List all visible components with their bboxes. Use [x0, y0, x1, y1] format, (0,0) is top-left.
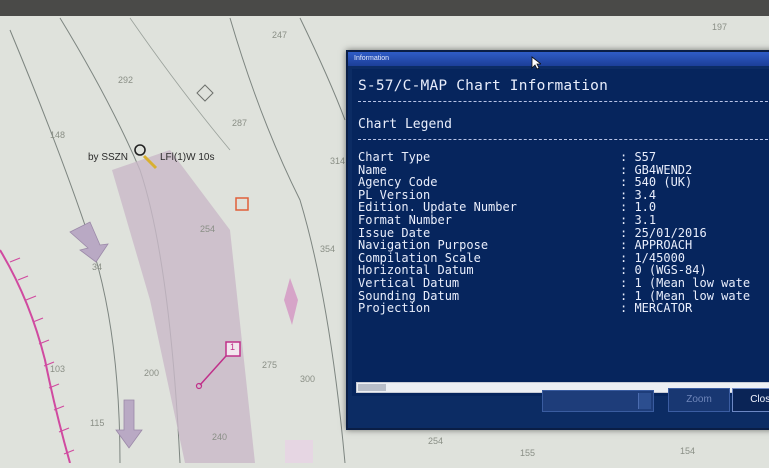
- row-label: Vertical Datum: [358, 275, 460, 290]
- chart-info-panel: S-57/C-MAP Chart Information Chart Legen…: [352, 69, 769, 396]
- depth-sounding: 292: [118, 75, 134, 85]
- separator: [358, 101, 769, 102]
- depth-sounding: 254: [200, 224, 216, 234]
- row-label: Projection: [358, 301, 431, 316]
- depth-sounding: 254: [428, 436, 444, 446]
- row-label: Agency Code: [358, 175, 438, 190]
- light-label: by SSZN: [88, 152, 129, 163]
- dialog-titlebar[interactable]: Information: [348, 52, 769, 66]
- depth-sounding: 240: [212, 432, 228, 442]
- depth-sounding: 103: [50, 364, 66, 374]
- scrollbar-thumb[interactable]: [358, 384, 386, 391]
- chart-legend-list: Chart Type: S57 Name: GB4WEND2 Agency Co…: [358, 151, 769, 315]
- row-value: : 3.1: [620, 212, 657, 227]
- depth-sounding: 155: [520, 448, 536, 458]
- legend-row: Projection : MERCATOR: [358, 302, 769, 315]
- boxed-symbol-number: 1: [230, 342, 236, 352]
- row-value: : APPROACH: [620, 238, 693, 253]
- legend-row: Navigation Purpose : APPROACH: [358, 239, 769, 252]
- depth-sounding: 115: [90, 418, 105, 428]
- depth-sounding: 354: [320, 244, 336, 254]
- depth-sounding: 287: [232, 118, 248, 128]
- legend-row: Format Number : 3.1: [358, 214, 769, 227]
- depth-sounding: 200: [144, 368, 160, 378]
- row-label: Navigation Purpose: [358, 238, 489, 253]
- separator: [358, 139, 769, 140]
- row-value: : 540 (UK): [620, 175, 693, 190]
- depth-sounding: 148: [50, 130, 66, 140]
- dialog-title: Information: [354, 55, 390, 62]
- close-button[interactable]: Close: [732, 388, 769, 412]
- legend-row: Vertical Datum : 1 (Mean low wate: [358, 277, 769, 290]
- bezel-top: [0, 0, 769, 16]
- legend-row: Agency Code : 540 (UK): [358, 176, 769, 189]
- row-label: Format Number: [358, 212, 452, 227]
- zoom-level-dropdown[interactable]: [542, 390, 654, 412]
- depth-sounding: 275: [262, 360, 278, 370]
- legend-row: Chart Type : S57: [358, 151, 769, 164]
- row-value: : MERCATOR: [620, 301, 693, 316]
- mouse-cursor-icon: [531, 56, 541, 70]
- depth-sounding: 34: [92, 262, 103, 272]
- zoom-button[interactable]: Zoom: [668, 388, 730, 412]
- depth-sounding: 247: [272, 30, 288, 40]
- depth-sounding: 197: [712, 22, 728, 32]
- depth-sounding: 300: [300, 374, 316, 384]
- depth-sounding: 154: [680, 446, 696, 456]
- row-value: : S57: [620, 150, 657, 164]
- section-title: Chart Legend: [358, 117, 452, 132]
- row-label: Chart Type: [358, 150, 431, 164]
- depth-sounding: 314: [330, 156, 346, 166]
- row-value: : 1 (Mean low wate: [620, 275, 751, 290]
- panel-heading: S-57/C-MAP Chart Information: [358, 78, 609, 94]
- dropdown-arrow-icon[interactable]: [638, 393, 651, 409]
- information-dialog[interactable]: Information S-57/C-MAP Chart Information…: [346, 50, 769, 430]
- light-characteristic-label: LFl(1)W 10s: [160, 152, 215, 163]
